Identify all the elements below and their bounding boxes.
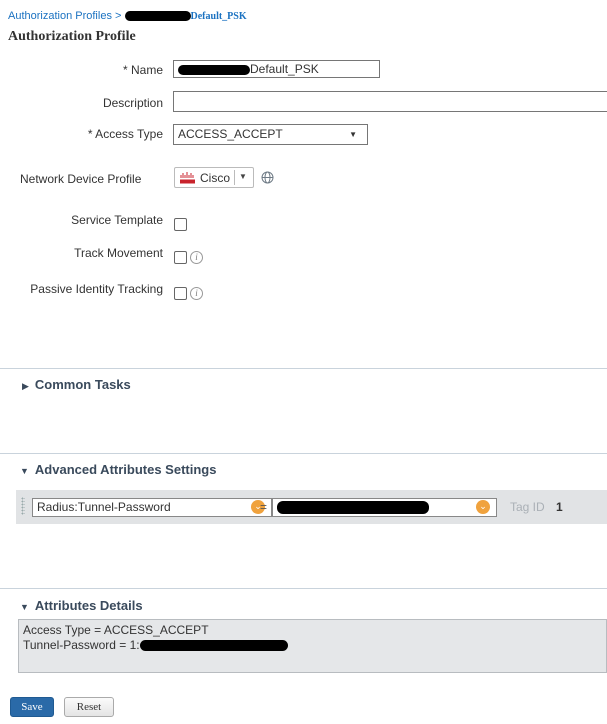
passive-identity-tracking-checkbox[interactable] — [174, 287, 187, 300]
save-button[interactable]: Save — [10, 697, 54, 717]
section-divider — [0, 588, 607, 589]
common-tasks-title: Common Tasks — [34, 377, 131, 392]
common-tasks-header[interactable]: ▶ Common Tasks — [22, 377, 131, 392]
triangle-down-icon: ▼ — [20, 466, 29, 476]
chevron-down-icon: ▼ — [349, 130, 357, 139]
tag-id-value: 1 — [556, 500, 563, 514]
name-field-value: Default_PSK — [250, 62, 319, 76]
page-title: Authorization Profile — [8, 29, 136, 44]
name-label: * Name — [122, 63, 163, 77]
attribute-name-select[interactable]: Radius:Tunnel-Password ⌄ — [32, 498, 272, 517]
tag-id-label: Tag ID — [510, 500, 545, 514]
triangle-right-icon: ▶ — [22, 381, 29, 391]
access-type-select[interactable]: ACCESS_ACCEPT ▼ — [173, 124, 368, 145]
attribute-value-input[interactable]: ⌄ — [272, 498, 497, 517]
breadcrumb-separator: > — [115, 10, 122, 22]
redacted-text — [139, 640, 288, 652]
redacted-text — [178, 64, 250, 75]
select-divider — [234, 170, 235, 185]
service-template-checkbox[interactable] — [174, 218, 187, 231]
info-icon[interactable]: i — [190, 287, 203, 300]
redacted-text — [124, 11, 191, 22]
breadcrumb-current: Default_PSK — [190, 11, 247, 22]
breadcrumb: Authorization Profiles > Default_PSK — [8, 10, 247, 22]
section-divider — [0, 368, 607, 369]
track-movement-checkbox[interactable] — [174, 251, 187, 264]
name-field[interactable]: Default_PSK — [173, 60, 380, 78]
access-type-value: ACCESS_ACCEPT — [178, 127, 283, 141]
access-type-label: * Access Type — [87, 127, 163, 141]
attributes-details-title: Attributes Details — [34, 598, 143, 613]
track-movement-label: Track Movement — [74, 246, 163, 260]
attributes-detail-line: Access Type = ACCESS_ACCEPT — [23, 623, 209, 637]
advanced-attribute-row: Radius:Tunnel-Password ⌄ = ⌄ Tag ID 1 — [16, 490, 607, 524]
passive-identity-tracking-label: Passive Identity Tracking — [30, 282, 163, 296]
attribute-name-value: Radius:Tunnel-Password — [37, 500, 171, 514]
attributes-detail-line-prefix: Tunnel-Password = 1: — [23, 638, 140, 652]
section-divider — [0, 453, 607, 454]
service-template-label: Service Template — [71, 213, 163, 227]
network-device-profile-select[interactable]: Cisco ▼ — [174, 167, 254, 188]
operator-label: = — [260, 500, 268, 514]
attributes-details-box: Access Type = ACCESS_ACCEPT Tunnel-Passw… — [18, 619, 607, 673]
reset-button[interactable]: Reset — [64, 697, 114, 717]
advanced-attributes-header[interactable]: ▼ Advanced Attributes Settings — [20, 462, 216, 477]
info-icon[interactable]: i — [190, 251, 203, 264]
network-device-profile-label: Network Device Profile — [20, 172, 142, 186]
attributes-details-header[interactable]: ▼ Attributes Details — [20, 598, 143, 613]
description-field[interactable] — [173, 91, 607, 112]
triangle-down-icon: ▼ — [20, 602, 29, 612]
drag-handle-icon[interactable] — [21, 497, 25, 515]
globe-icon[interactable] — [261, 171, 274, 184]
chevron-down-icon: ▼ — [239, 172, 247, 181]
breadcrumb-link-authorization-profiles[interactable]: Authorization Profiles — [8, 10, 112, 22]
description-label: Description — [102, 96, 163, 110]
redacted-text — [277, 501, 429, 514]
network-device-profile-value: Cisco — [200, 171, 231, 185]
advanced-attributes-title: Advanced Attributes Settings — [34, 462, 217, 477]
cisco-logo-icon — [179, 171, 197, 184]
attributes-detail-line: Tunnel-Password = 1: — [23, 638, 288, 652]
chevron-down-icon: ⌄ — [476, 500, 490, 514]
